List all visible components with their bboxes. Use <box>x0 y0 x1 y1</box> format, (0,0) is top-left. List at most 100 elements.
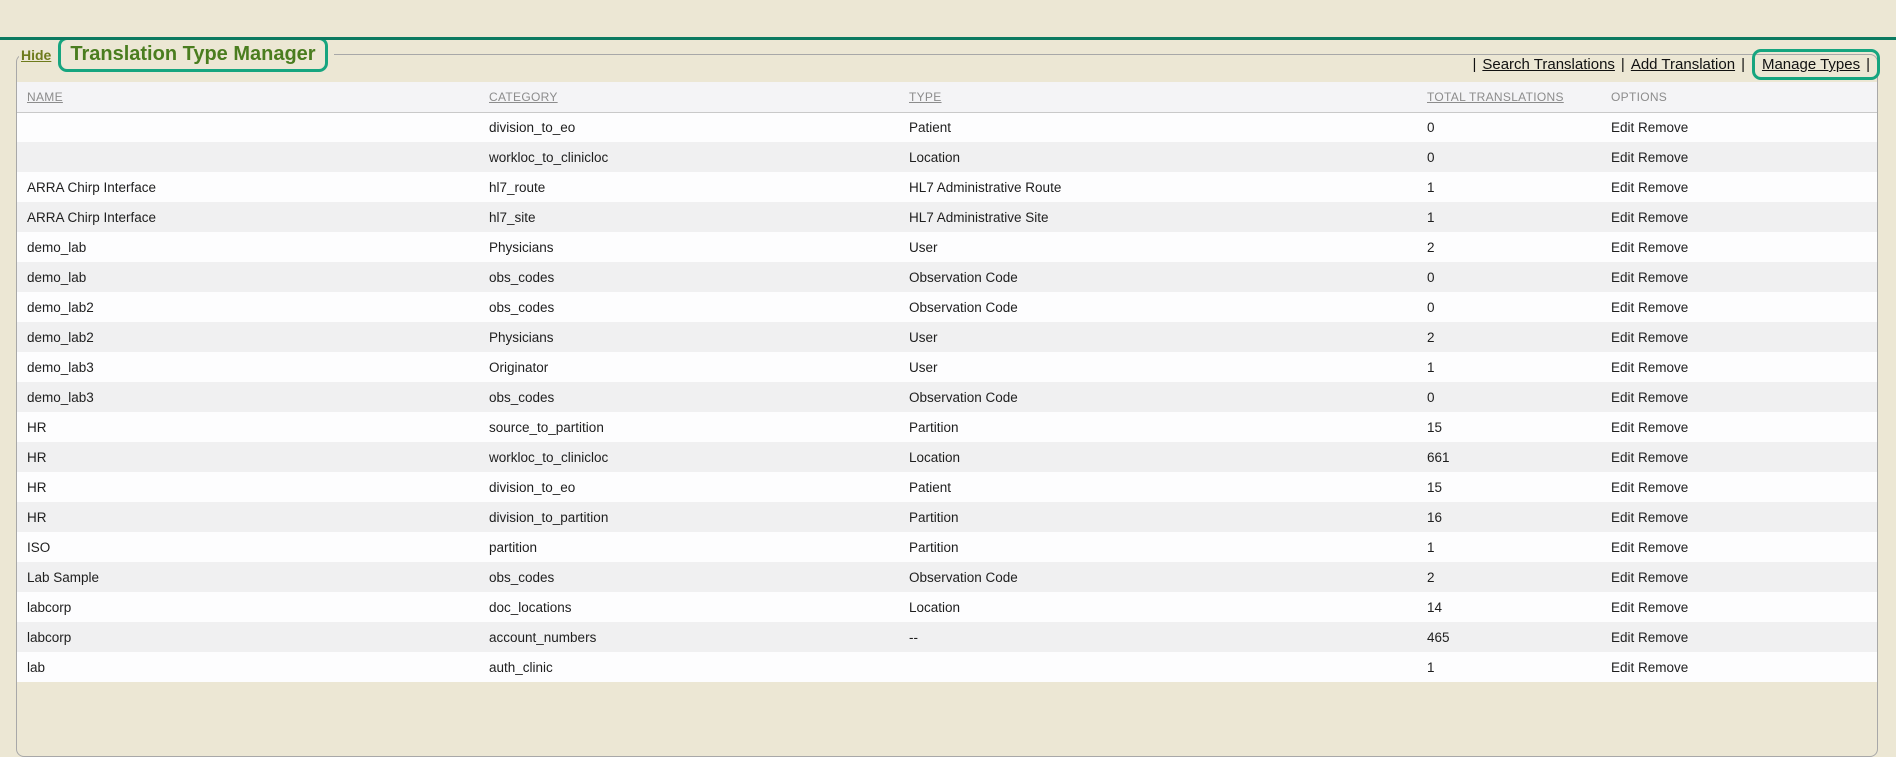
edit-link[interactable]: Edit <box>1611 240 1634 255</box>
top-accent-stripe <box>0 37 1896 40</box>
remove-link[interactable]: Remove <box>1638 660 1688 675</box>
cell-options: Edit Remove <box>1601 232 1877 262</box>
cell-category: obs_codes <box>479 262 899 292</box>
cell-type: Location <box>899 142 1417 172</box>
edit-link[interactable]: Edit <box>1611 570 1634 585</box>
nav-separator: | <box>1866 56 1870 73</box>
sort-link-category[interactable]: CATEGORY <box>489 90 558 104</box>
edit-link[interactable]: Edit <box>1611 390 1634 405</box>
remove-link[interactable]: Remove <box>1638 300 1688 315</box>
edit-link[interactable]: Edit <box>1611 270 1634 285</box>
remove-link[interactable]: Remove <box>1638 540 1688 555</box>
page-title: Translation Type Manager <box>70 43 315 66</box>
cell-type: Partition <box>899 502 1417 532</box>
cell-options: Edit Remove <box>1601 622 1877 652</box>
edit-link[interactable]: Edit <box>1611 540 1634 555</box>
table-row: demo_lab3OriginatorUser1Edit Remove <box>17 352 1877 382</box>
cell-category: Originator <box>479 352 899 382</box>
cell-total: 0 <box>1417 262 1601 292</box>
cell-options: Edit Remove <box>1601 442 1877 472</box>
sort-link-type[interactable]: TYPE <box>909 90 942 104</box>
table-row: demo_lab2obs_codesObservation Code0Edit … <box>17 292 1877 322</box>
table-body: division_to_eoPatient0Edit Removeworkloc… <box>17 112 1877 682</box>
cell-category: hl7_site <box>479 202 899 232</box>
cell-type: Location <box>899 442 1417 472</box>
remove-link[interactable]: Remove <box>1638 510 1688 525</box>
table-row: workloc_to_cliniclocLocation0Edit Remove <box>17 142 1877 172</box>
edit-link[interactable]: Edit <box>1611 630 1634 645</box>
cell-category: account_numbers <box>479 622 899 652</box>
cell-total: 15 <box>1417 472 1601 502</box>
nav-link-search-translations[interactable]: Search Translations <box>1482 56 1615 73</box>
nav-link-add-translation[interactable]: Add Translation <box>1631 56 1735 73</box>
cell-total: 465 <box>1417 622 1601 652</box>
edit-link[interactable]: Edit <box>1611 300 1634 315</box>
cell-name: labcorp <box>17 592 479 622</box>
cell-options: Edit Remove <box>1601 652 1877 682</box>
remove-link[interactable]: Remove <box>1638 180 1688 195</box>
cell-total: 0 <box>1417 112 1601 142</box>
edit-link[interactable]: Edit <box>1611 330 1634 345</box>
edit-link[interactable]: Edit <box>1611 600 1634 615</box>
title-highlight-box: Translation Type Manager <box>58 37 327 72</box>
remove-link[interactable]: Remove <box>1638 570 1688 585</box>
translation-types-table: NAMECATEGORYTYPETOTAL TRANSLATIONSOPTION… <box>17 82 1877 682</box>
remove-link[interactable]: Remove <box>1638 630 1688 645</box>
remove-link[interactable]: Remove <box>1638 390 1688 405</box>
edit-link[interactable]: Edit <box>1611 120 1634 135</box>
edit-link[interactable]: Edit <box>1611 660 1634 675</box>
edit-link[interactable]: Edit <box>1611 150 1634 165</box>
translation-type-manager-page: { "theme": { "page_bg": "#ece7d4", "top_… <box>0 37 1896 716</box>
remove-link[interactable]: Remove <box>1638 150 1688 165</box>
cell-category: hl7_route <box>479 172 899 202</box>
remove-link[interactable]: Remove <box>1638 240 1688 255</box>
sort-link-total-translations[interactable]: TOTAL TRANSLATIONS <box>1427 90 1564 104</box>
cell-total: 661 <box>1417 442 1601 472</box>
cell-options: Edit Remove <box>1601 412 1877 442</box>
cell-total: 1 <box>1417 202 1601 232</box>
remove-link[interactable]: Remove <box>1638 270 1688 285</box>
cell-total: 0 <box>1417 292 1601 322</box>
table-row: HRworkloc_to_cliniclocLocation661Edit Re… <box>17 442 1877 472</box>
edit-link[interactable]: Edit <box>1611 480 1634 495</box>
remove-link[interactable]: Remove <box>1638 120 1688 135</box>
edit-link[interactable]: Edit <box>1611 420 1634 435</box>
column-header-type: TYPE <box>899 82 1417 112</box>
table-row: labcorpdoc_locationsLocation14Edit Remov… <box>17 592 1877 622</box>
cell-total: 1 <box>1417 532 1601 562</box>
remove-link[interactable]: Remove <box>1638 360 1688 375</box>
sort-link-name[interactable]: NAME <box>27 90 63 104</box>
nav-separator: | <box>1621 56 1625 73</box>
cell-total: 0 <box>1417 142 1601 172</box>
cell-name <box>17 142 479 172</box>
cell-name: demo_lab2 <box>17 292 479 322</box>
edit-link[interactable]: Edit <box>1611 180 1634 195</box>
table-header: NAMECATEGORYTYPETOTAL TRANSLATIONSOPTION… <box>17 82 1877 112</box>
remove-link[interactable]: Remove <box>1638 210 1688 225</box>
remove-link[interactable]: Remove <box>1638 420 1688 435</box>
edit-link[interactable]: Edit <box>1611 210 1634 225</box>
cell-category: source_to_partition <box>479 412 899 442</box>
cell-type: User <box>899 322 1417 352</box>
remove-link[interactable]: Remove <box>1638 600 1688 615</box>
cell-total: 1 <box>1417 352 1601 382</box>
table-row: ARRA Chirp Interfacehl7_routeHL7 Adminis… <box>17 172 1877 202</box>
remove-link[interactable]: Remove <box>1638 480 1688 495</box>
edit-link[interactable]: Edit <box>1611 450 1634 465</box>
table-header-row: NAMECATEGORYTYPETOTAL TRANSLATIONSOPTION… <box>17 82 1877 112</box>
table-row: Lab Sampleobs_codesObservation Code2Edit… <box>17 562 1877 592</box>
column-header-total-translations: TOTAL TRANSLATIONS <box>1417 82 1601 112</box>
cell-total: 1 <box>1417 172 1601 202</box>
cell-name: lab <box>17 652 479 682</box>
table-row: division_to_eoPatient0Edit Remove <box>17 112 1877 142</box>
remove-link[interactable]: Remove <box>1638 450 1688 465</box>
hide-link[interactable]: Hide <box>21 47 51 63</box>
edit-link[interactable]: Edit <box>1611 360 1634 375</box>
cell-options: Edit Remove <box>1601 172 1877 202</box>
edit-link[interactable]: Edit <box>1611 510 1634 525</box>
cell-category: obs_codes <box>479 292 899 322</box>
cell-name: demo_lab <box>17 262 479 292</box>
nav-link-manage-types[interactable]: Manage Types <box>1762 56 1860 73</box>
remove-link[interactable]: Remove <box>1638 330 1688 345</box>
cell-name <box>17 112 479 142</box>
